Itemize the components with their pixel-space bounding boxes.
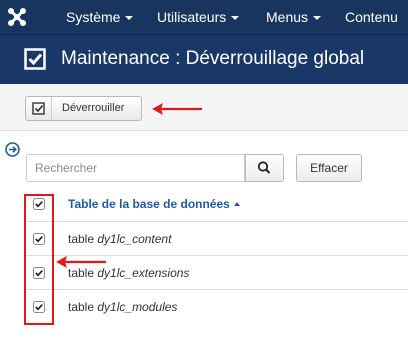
sort-ascending-icon — [233, 201, 240, 206]
table-row: table dy1lc_content — [24, 221, 408, 255]
column-header-table-name[interactable]: Table de la base de données — [68, 187, 240, 221]
nav-menu-content[interactable]: Contenu — [345, 0, 398, 34]
page-header: Maintenance : Déverrouillage global — [0, 34, 408, 85]
table-name: dy1lc_extensions — [97, 266, 190, 280]
search-button[interactable] — [245, 154, 284, 182]
annotation-highlight-box — [24, 194, 54, 325]
checkbox-checked-icon — [24, 48, 46, 70]
nav-menu-menus-label: Menus — [266, 9, 309, 25]
page-title: Maintenance : Déverrouillage global — [61, 48, 365, 69]
nav-menu-system-label: Système — [66, 9, 121, 25]
annotation-arrow-icon — [152, 103, 202, 115]
table-name: dy1lc_modules — [97, 300, 178, 314]
table-prefix: table — [68, 232, 95, 246]
table-name-cell: table dy1lc_content — [68, 222, 171, 256]
nav-menu-content-label: Contenu — [345, 9, 398, 25]
search-icon — [257, 161, 271, 174]
unlock-button[interactable]: Déverrouiller — [25, 96, 142, 121]
sidebar-toggle-icon[interactable] — [5, 142, 20, 157]
chevron-down-icon — [231, 16, 240, 21]
annotation-arrow-icon — [56, 256, 106, 268]
toolbar: Déverrouiller — [0, 84, 408, 131]
nav-menu-users[interactable]: Utilisateurs — [157, 0, 240, 34]
nav-menu-users-label: Utilisateurs — [157, 9, 227, 25]
chevron-down-icon — [313, 16, 322, 21]
unlock-button-label: Déverrouiller — [62, 102, 125, 114]
column-header-label: Table de la base de données — [68, 197, 230, 211]
nav-menu-system[interactable]: Système — [66, 0, 134, 34]
table-header-row: Table de la base de données — [24, 187, 408, 221]
table-name-cell: table dy1lc_modules — [68, 290, 177, 324]
checkbox-checked-icon — [26, 97, 52, 120]
nav-menu-menus[interactable]: Menus — [266, 0, 322, 34]
top-navbar: Système Utilisateurs Menus Contenu — [0, 0, 408, 34]
clear-button[interactable]: Effacer — [296, 154, 362, 182]
search-input[interactable] — [26, 154, 245, 182]
chevron-down-icon — [125, 16, 134, 21]
table-row: table dy1lc_modules — [24, 289, 408, 323]
table-name: dy1lc_content — [97, 232, 172, 246]
joomla-logo-icon[interactable] — [6, 6, 28, 28]
table-prefix: table — [68, 300, 95, 314]
